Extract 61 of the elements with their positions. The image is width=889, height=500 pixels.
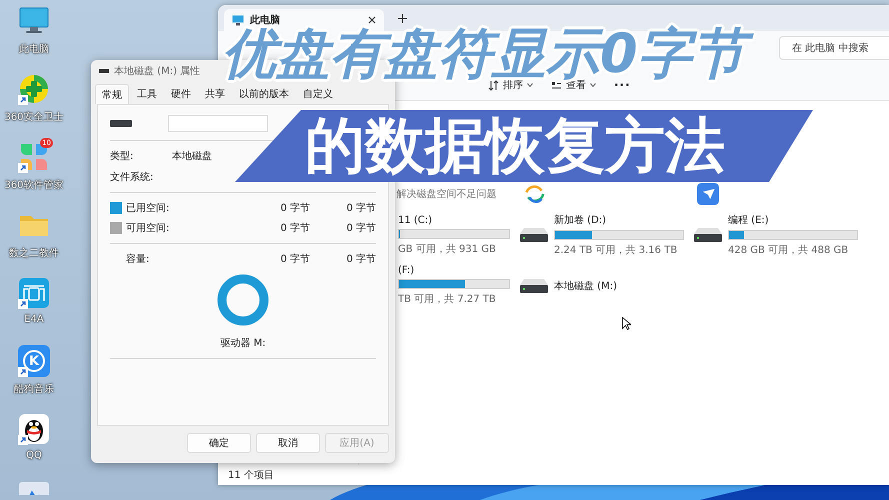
tab[interactable]: 以前的版本: [233, 84, 295, 104]
tab[interactable]: 硬件: [165, 84, 197, 104]
drive-name[interactable]: 本地磁盘 (M:): [554, 278, 684, 292]
field-value: 本地磁盘: [172, 150, 213, 163]
tab[interactable]: 自定义: [297, 84, 339, 104]
feather-app-icon[interactable]: [697, 183, 719, 205]
more-button[interactable]: ···: [614, 78, 631, 92]
drive-icon[interactable]: [694, 228, 722, 242]
shortcut-arrow-icon: [18, 435, 28, 445]
drive-icon: [99, 69, 109, 73]
field-label: 类型:: [110, 150, 134, 163]
search-field[interactable]: 在 此电脑 中搜索: [779, 36, 889, 60]
dialog-button[interactable]: 确定: [187, 433, 251, 453]
drive-space-text: TB 可用，共 7.27 TB: [398, 292, 497, 306]
layout-icon: [551, 80, 562, 90]
subtitle-text: 的数据恢复方法: [305, 116, 725, 176]
tab[interactable]: 工具: [131, 84, 163, 104]
drive-space-text: 428 GB 可用，共 488 GB: [728, 244, 850, 257]
space-label: 可用空间:: [126, 222, 170, 235]
shortcut-arrow-icon: [18, 367, 28, 377]
cursor-icon: [622, 317, 631, 330]
penguin-icon[interactable]: [18, 413, 50, 445]
recycle-bin-icon[interactable]: [18, 481, 50, 495]
caret-icon: [590, 83, 596, 87]
drive-name[interactable]: 11 (C:): [398, 214, 520, 226]
shortcut-arrow-icon: [18, 299, 28, 309]
capacity-label: 容量:: [126, 252, 150, 266]
tablet-square-icon[interactable]: [18, 277, 50, 309]
new-tab-icon[interactable]: [398, 14, 407, 22]
shortcut-arrow-icon: [18, 95, 28, 105]
usage-donut-drawing: [217, 274, 269, 326]
drive-name[interactable]: (F:): [398, 265, 520, 276]
field-label: 文件系统:: [110, 170, 154, 184]
drive-space-text: 2.24 TB 可用，共 3.16 TB: [554, 244, 678, 257]
caret-icon: [527, 83, 533, 87]
space-value: 0 字节: [279, 222, 310, 235]
drive-icon: [110, 120, 132, 127]
sort-arrows-icon: [488, 80, 499, 90]
shortcut-arrow-icon: [18, 163, 28, 173]
tile-description: 解决磁盘空间不足问题: [396, 188, 498, 201]
dialog-button[interactable]: 取消: [256, 433, 320, 453]
dialog-title: 本地磁盘 (M:) 属性: [114, 64, 202, 78]
status-text: 11 个项目: [228, 469, 274, 482]
name-field[interactable]: [168, 115, 268, 132]
space-value: 0 字节: [345, 202, 376, 215]
tab[interactable]: 共享: [199, 84, 231, 104]
drive-icon[interactable]: [520, 278, 548, 292]
drive-name[interactable]: 新加卷 (D:): [554, 213, 684, 227]
monitor-icon: [232, 14, 244, 26]
capacity-value: 0 字节: [279, 252, 310, 266]
tab[interactable]: 常规: [95, 84, 129, 104]
capacity-value: 0 字节: [345, 252, 376, 266]
space-label: 已用空间:: [126, 202, 170, 215]
drive-name[interactable]: 编程 (E:): [728, 213, 858, 227]
drive-icon[interactable]: [520, 228, 548, 242]
drive-space-text: GB 可用，共 931 GB: [398, 242, 497, 256]
close-icon[interactable]: [368, 16, 376, 24]
drive-label: 驱动器 M:: [220, 337, 266, 350]
space-value: 0 字节: [345, 222, 376, 235]
space-value: 0 字节: [279, 202, 310, 215]
plus-circle-icon[interactable]: [18, 73, 50, 105]
